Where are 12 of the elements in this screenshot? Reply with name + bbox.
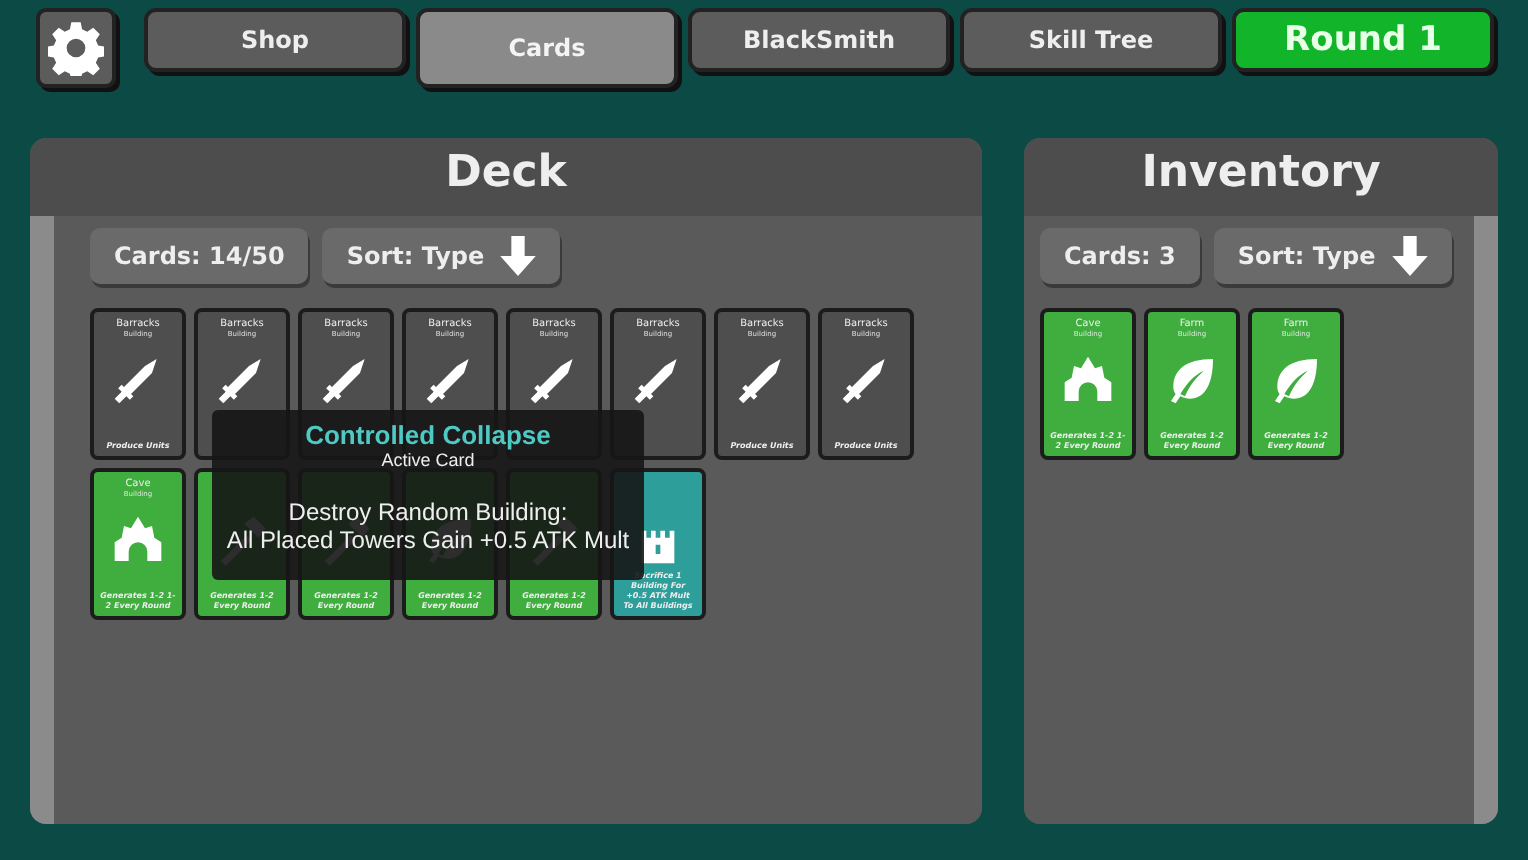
panel-title: Deck — [30, 138, 982, 216]
tab[interactable]: Cards — [416, 8, 678, 88]
tooltip-text: Destroy Random Building: — [288, 498, 568, 526]
tab[interactable]: Shop — [144, 8, 406, 72]
tooltip-text: All Placed Towers Gain +0.5 ATK Mult — [226, 526, 630, 554]
card-count: Cards: 14/50 — [90, 228, 309, 284]
card-count: Cards: 3 — [1040, 228, 1200, 284]
tab[interactable]: Skill Tree — [960, 8, 1222, 72]
sort-button[interactable]: Sort: Type — [322, 228, 561, 284]
panel-title: Inventory — [1024, 138, 1498, 216]
tab[interactable]: BlackSmith — [688, 8, 950, 72]
sort-button[interactable]: Sort: Type — [1213, 228, 1452, 284]
